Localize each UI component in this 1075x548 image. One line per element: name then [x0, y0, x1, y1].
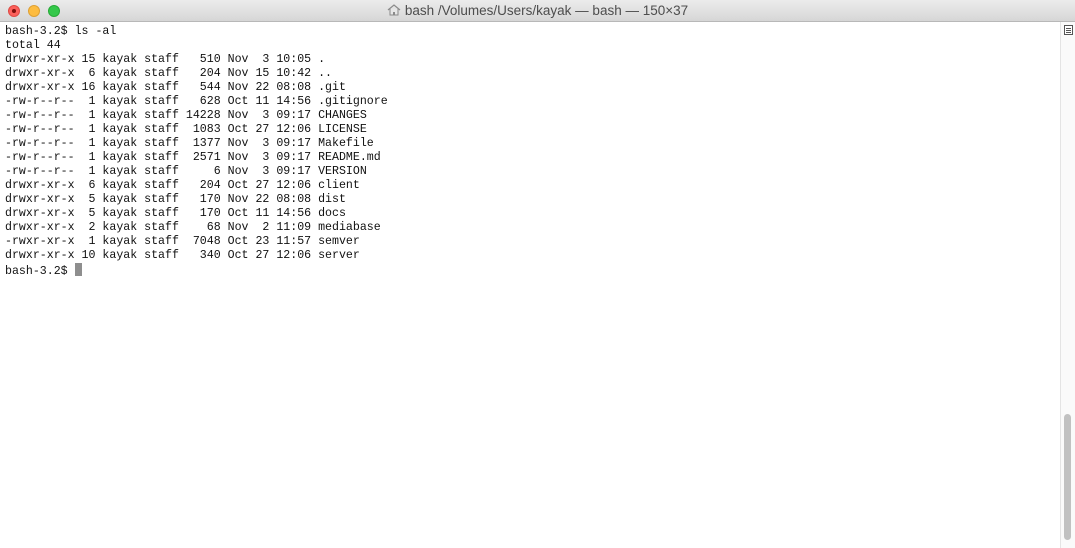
- terminal-line: drwxr-xr-x 16 kayak staff 544 Nov 22 08:…: [5, 81, 346, 94]
- terminal-line: drwxr-xr-x 2 kayak staff 68 Nov 2 11:09 …: [5, 221, 381, 234]
- terminal-line: -rw-r--r-- 1 kayak staff 2571 Nov 3 09:1…: [5, 151, 381, 164]
- home-folder-icon: [387, 4, 401, 16]
- terminal-line: -rw-r--r-- 1 kayak staff 1377 Nov 3 09:1…: [5, 137, 374, 150]
- terminal-line: drwxr-xr-x 15 kayak staff 510 Nov 3 10:0…: [5, 53, 326, 66]
- window-title: bash /Volumes/Users/kayak — bash — 150×3…: [404, 3, 689, 18]
- terminal-line: drwxr-xr-x 5 kayak staff 170 Nov 22 08:0…: [5, 193, 346, 206]
- terminal-line: -rw-r--r-- 1 kayak staff 14228 Nov 3 09:…: [5, 109, 367, 122]
- terminal-window: bash /Volumes/Users/kayak — bash — 150×3…: [0, 0, 1075, 548]
- text-cursor: [74, 263, 82, 276]
- terminal-line: total 44: [5, 39, 61, 52]
- terminal-line: -rw-r--r-- 1 kayak staff 6 Nov 3 09:17 V…: [5, 165, 367, 178]
- terminal-output: bash-3.2$ ls -al total 44 drwxr-xr-x 15 ka…: [5, 25, 388, 278]
- title-bar[interactable]: bash /Volumes/Users/kayak — bash — 150×3…: [0, 0, 1075, 22]
- terminal-line: bash-3.2$ ls -al: [5, 25, 117, 38]
- window-title-container: bash /Volumes/Users/kayak — bash — 150×3…: [0, 0, 1075, 22]
- terminal-line: drwxr-xr-x 6 kayak staff 204 Nov 15 10:4…: [5, 67, 332, 80]
- terminal-line: drwxr-xr-x 10 kayak staff 340 Oct 27 12:…: [5, 249, 360, 262]
- scrollbar-thumb[interactable]: [1064, 414, 1071, 540]
- terminal-line: drwxr-xr-x 5 kayak staff 170 Oct 11 14:5…: [5, 207, 346, 220]
- list-menu-icon[interactable]: [1064, 25, 1073, 35]
- terminal-content[interactable]: bash-3.2$ ls -al total 44 drwxr-xr-x 15 ka…: [0, 22, 1060, 548]
- terminal-line: -rw-r--r-- 1 kayak staff 628 Oct 11 14:5…: [5, 95, 388, 108]
- vertical-scrollbar[interactable]: [1060, 22, 1075, 548]
- terminal-line: -rw-r--r-- 1 kayak staff 1083 Oct 27 12:…: [5, 123, 367, 136]
- terminal-line: drwxr-xr-x 6 kayak staff 204 Oct 27 12:0…: [5, 179, 360, 192]
- shell-prompt: bash-3.2$: [5, 265, 75, 278]
- prompt-line[interactable]: bash-3.2$: [5, 263, 388, 278]
- terminal-line: -rwxr-xr-x 1 kayak staff 7048 Oct 23 11:…: [5, 235, 360, 248]
